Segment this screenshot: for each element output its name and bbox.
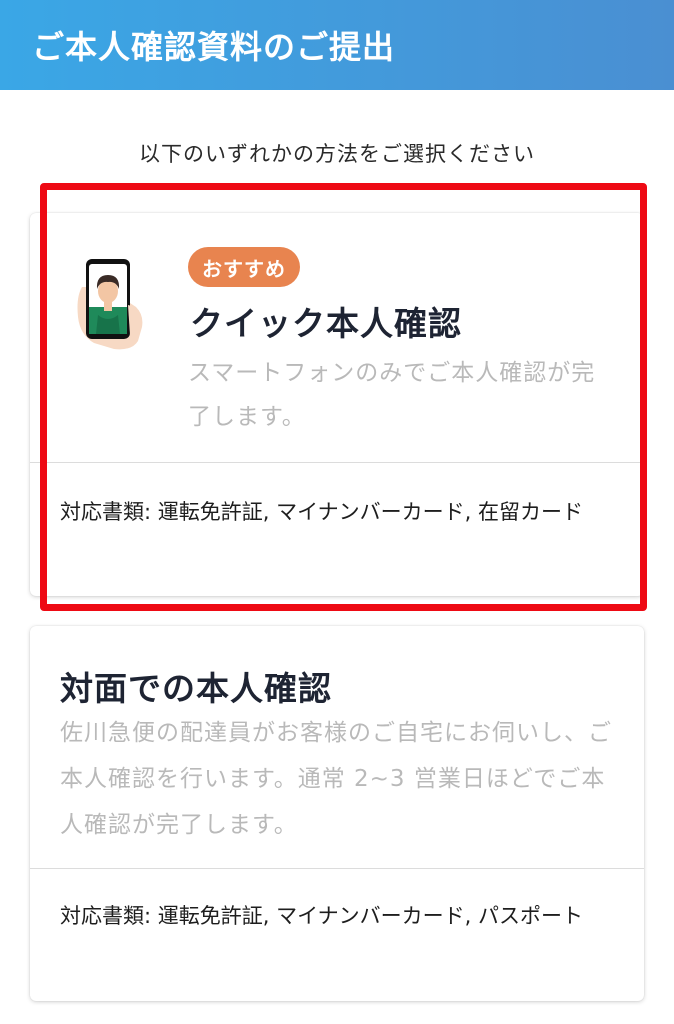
card-divider: [30, 868, 644, 869]
app-header: ご本人確認資料のご提出: [0, 0, 674, 90]
option-title: 対面での本人確認: [60, 669, 332, 708]
supported-documents: 対応書類: 運転免許証, マイナンバーカード, パスポート: [60, 904, 584, 928]
option-card-in-person-verification[interactable]: 対面での本人確認 佐川急便の配達員がお客様のご自宅にお伺いし、ご本人確認を行いま…: [30, 626, 644, 1001]
option-description: 佐川急便の配達員がお客様のご自宅にお伺いし、ご本人確認を行います。通常 2~3 …: [60, 720, 612, 838]
page-title: ご本人確認資料のご提出: [32, 28, 396, 66]
selection-instruction: 以下のいずれかの方法をご選択ください: [139, 142, 535, 166]
option-card-quick-verification[interactable]: おすすめ クイック本人確認 スマートフォンのみでご本人確認が完了します。 対応書…: [30, 213, 644, 596]
option-description: スマートフォンのみでご本人確認が完了します。: [188, 360, 596, 430]
recommended-badge: おすすめ: [188, 247, 300, 287]
smartphone-selfie-icon: [77, 259, 143, 350]
card-divider: [30, 462, 644, 463]
supported-documents: 対応書類: 運転免許証, マイナンバーカード, 在留カード: [60, 500, 584, 524]
option-title: クイック本人確認: [190, 304, 462, 343]
